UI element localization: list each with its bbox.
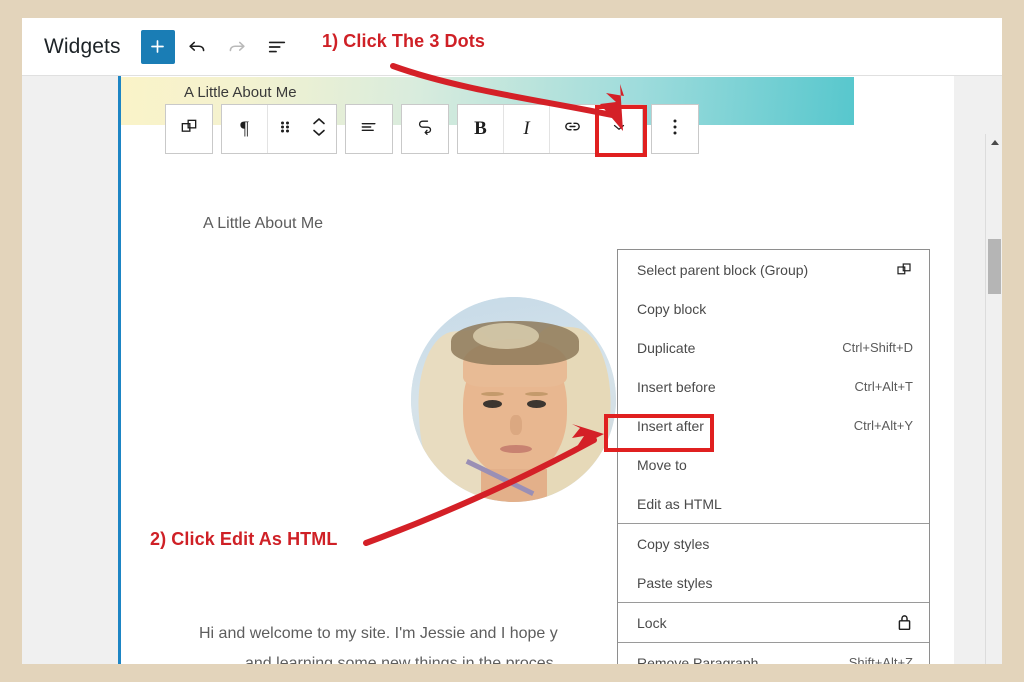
avatar-hair-highlight	[473, 323, 539, 349]
menu-item-paste-styles[interactable]: Paste styles	[618, 563, 929, 602]
paragraph-heading-text: A Little About Me	[203, 215, 324, 232]
menu-item-lock[interactable]: Lock	[618, 603, 929, 642]
italic-button[interactable]: I	[504, 105, 550, 153]
menu-section-1: Select parent block (Group) Copy block D	[618, 250, 929, 524]
undo-icon	[186, 36, 208, 58]
wordpress-widgets-window: Widgets A Little About Me ¶ B I A Little…	[22, 18, 1002, 664]
menu-item-label: Copy block	[637, 300, 707, 317]
link-button[interactable]	[550, 105, 596, 153]
three-dots-vertical-icon	[672, 116, 678, 143]
menu-item-label: Insert before	[637, 378, 716, 395]
menu-item-label: Duplicate	[637, 339, 696, 356]
chevron-up-icon	[990, 140, 999, 145]
toolbar-group-block: ¶	[221, 104, 337, 154]
menu-item-label: Move to	[637, 456, 687, 473]
transform-button[interactable]	[402, 105, 448, 153]
parent-block-icon	[179, 117, 199, 142]
avatar-mouth	[500, 445, 532, 453]
plus-icon	[148, 37, 167, 56]
menu-item-label: Remove Paragraph	[637, 654, 759, 665]
menu-item-insert-before[interactable]: Insert before Ctrl+Alt+T	[618, 367, 929, 406]
list-view-icon	[266, 36, 288, 58]
menu-item-select-parent-block[interactable]: Select parent block (Group)	[618, 250, 929, 289]
menu-section-3: Lock	[618, 603, 929, 643]
drag-dots-icon	[279, 117, 291, 142]
banner-heading-text: A Little About Me	[184, 84, 297, 101]
align-text-icon	[359, 117, 379, 142]
menu-item-duplicate[interactable]: Duplicate Ctrl+Shift+D	[618, 328, 929, 367]
menu-section-4: Remove Paragraph Shift+Alt+Z	[618, 643, 929, 665]
toolbar-group-parent	[165, 104, 213, 154]
move-up-down-button[interactable]	[302, 105, 336, 153]
more-options-button[interactable]	[652, 105, 698, 153]
block-options-dropdown-menu: Select parent block (Group) Copy block D	[617, 249, 930, 664]
menu-item-edit-as-html[interactable]: Edit as HTML	[618, 484, 929, 523]
italic-icon: I	[523, 118, 530, 139]
menu-item-remove-paragraph[interactable]: Remove Paragraph Shift+Alt+Z	[618, 643, 929, 665]
list-view-button[interactable]	[259, 29, 295, 65]
toolbar-group-transform	[401, 104, 449, 154]
menu-section-2: Copy styles Paste styles	[618, 524, 929, 603]
align-text-button[interactable]	[346, 105, 392, 153]
paragraph-pilcrow-icon: ¶	[240, 118, 249, 139]
vertical-scrollbar[interactable]	[985, 134, 1002, 664]
bold-icon: B	[474, 118, 487, 139]
editor-canvas: A Little About Me ¶ B I A Little About M…	[22, 76, 1002, 664]
avatar-eye-right	[527, 400, 546, 408]
block-type-button[interactable]: ¶	[222, 105, 268, 153]
undo-button[interactable]	[179, 29, 215, 65]
editor-header-bar: Widgets	[22, 18, 1002, 76]
redo-button[interactable]	[219, 29, 255, 65]
menu-item-shortcut: Ctrl+Alt+Y	[853, 418, 913, 433]
chevron-updown-icon	[311, 114, 327, 145]
add-block-button[interactable]	[140, 29, 175, 64]
avatar-nose	[510, 415, 522, 435]
toolbar-group-options	[651, 104, 699, 154]
drag-handle[interactable]	[268, 105, 302, 153]
scrollbar-thumb[interactable]	[988, 239, 1001, 294]
menu-item-copy-block[interactable]: Copy block	[618, 289, 929, 328]
parent-block-icon	[895, 261, 913, 279]
avatar-eyebrow-left	[481, 392, 504, 396]
header-toolbar	[140, 29, 295, 65]
menu-item-shortcut: Shift+Alt+Z	[848, 655, 913, 664]
link-icon	[562, 116, 583, 142]
body-paragraph-line1: Hi and welcome to my site. I'm Jessie an…	[199, 625, 558, 642]
annotation-step1: 1) Click The 3 Dots	[322, 31, 485, 51]
menu-item-label: Edit as HTML	[637, 495, 722, 512]
menu-item-label: Copy styles	[637, 535, 710, 552]
toolbar-group-align	[345, 104, 393, 154]
annotation-step2: 2) Click Edit As HTML	[150, 529, 338, 549]
redo-icon	[226, 36, 248, 58]
transform-arrow-icon	[415, 117, 435, 142]
edit-as-html-highlight-box	[604, 414, 714, 452]
screenshot-root: Widgets A Little About Me ¶ B I A Little…	[0, 0, 1024, 682]
menu-item-label: Lock	[637, 614, 667, 631]
avatar-eyebrow-right	[525, 392, 548, 396]
bold-button[interactable]: B	[458, 105, 504, 153]
select-parent-block-button[interactable]	[166, 105, 212, 153]
scrollbar-up-arrow[interactable]	[986, 134, 1002, 151]
page-title: Widgets	[44, 34, 121, 58]
menu-item-copy-styles[interactable]: Copy styles	[618, 524, 929, 563]
avatar	[411, 297, 616, 502]
lock-icon	[896, 613, 913, 632]
menu-item-label: Select parent block (Group)	[637, 261, 809, 278]
menu-item-shortcut: Ctrl+Shift+D	[842, 340, 913, 355]
menu-item-shortcut: Ctrl+Alt+T	[854, 379, 913, 394]
avatar-eye-left	[483, 400, 502, 408]
menu-item-label: Paste styles	[637, 574, 713, 591]
three-dots-highlight-box	[595, 105, 647, 157]
